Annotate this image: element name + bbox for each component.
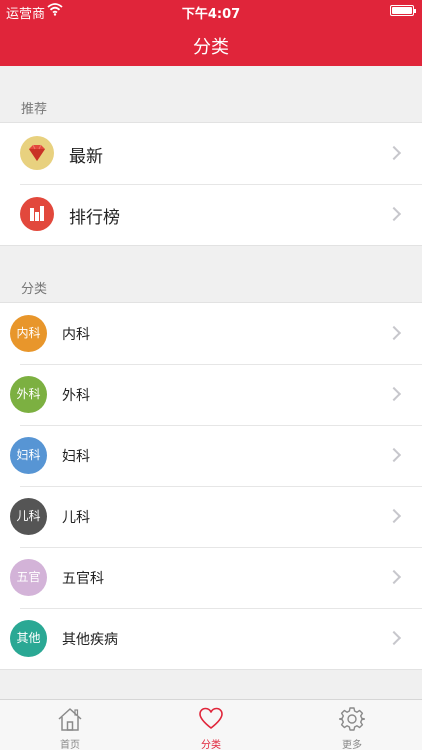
section-header-categories: 分类 [21, 282, 48, 297]
category-badge: 内科 [10, 315, 47, 352]
chevron-right-icon [386, 145, 402, 161]
category-badge: 其他 [10, 620, 47, 657]
tab-home[interactable]: 首页 [0, 700, 140, 750]
category-list: 内科 内科 外科 外科 妇科 妇科 儿科 儿科 五官 五官科 其他 其他疾病 [0, 302, 422, 670]
section-header-recommend: 推荐 [21, 102, 48, 117]
tab-categories[interactable]: 分类 [141, 700, 281, 750]
category-label: 妇科 [62, 449, 90, 465]
recommend-item-label: 排行榜 [69, 208, 120, 228]
heart-icon [199, 707, 223, 729]
chevron-right-icon [386, 386, 402, 402]
tab-label: 首页 [60, 740, 80, 750]
category-item-gynecology[interactable]: 妇科 妇科 [0, 425, 422, 486]
chevron-right-icon [386, 206, 402, 222]
category-badge: 儿科 [10, 498, 47, 535]
category-item-surgery[interactable]: 外科 外科 [0, 364, 422, 425]
tab-bar: 首页 分类 更多 [0, 699, 422, 750]
app-header: 运营商 下午4:07 分类 [0, 0, 422, 66]
status-time: 下午4:07 [181, 7, 241, 22]
chevron-right-icon [386, 508, 402, 524]
bar-chart-icon [20, 197, 54, 231]
category-badge: 妇科 [10, 437, 47, 474]
chevron-right-icon [386, 569, 402, 585]
chevron-right-icon [386, 630, 402, 646]
chevron-right-icon [386, 325, 402, 341]
recommend-list: 最新 排行榜 [0, 122, 422, 246]
status-bar: 运营商 下午4:07 [0, 0, 422, 22]
category-label: 外科 [62, 388, 90, 404]
battery-icon [390, 5, 416, 16]
category-item-other[interactable]: 其他 其他疾病 [0, 608, 422, 669]
tab-label: 分类 [201, 740, 221, 750]
main-content[interactable]: 推荐 最新 排行榜 分类 内科 内科 外科 外科 妇科 妇科 儿科 儿科 五官 … [0, 66, 422, 699]
category-item-pediatrics[interactable]: 儿科 儿科 [0, 486, 422, 547]
category-item-internal[interactable]: 内科 内科 [0, 303, 422, 364]
category-label: 内科 [62, 327, 90, 343]
recommend-item-label: 最新 [69, 147, 103, 167]
category-badge: 五官 [10, 559, 47, 596]
tab-label: 更多 [342, 740, 362, 750]
recommend-item-latest[interactable]: 最新 [0, 123, 422, 184]
category-label: 儿科 [62, 510, 90, 526]
category-label: 五官科 [62, 571, 104, 587]
chevron-right-icon [386, 447, 402, 463]
home-icon [58, 708, 82, 731]
gem-icon [20, 136, 54, 170]
category-badge: 外科 [10, 376, 47, 413]
recommend-item-ranking[interactable]: 排行榜 [0, 184, 422, 245]
gear-icon [339, 707, 365, 731]
tab-more[interactable]: 更多 [282, 700, 422, 750]
category-label: 其他疾病 [62, 632, 118, 648]
page-title: 分类 [193, 37, 229, 58]
battery-fill [392, 7, 412, 14]
category-item-ent[interactable]: 五官 五官科 [0, 547, 422, 608]
